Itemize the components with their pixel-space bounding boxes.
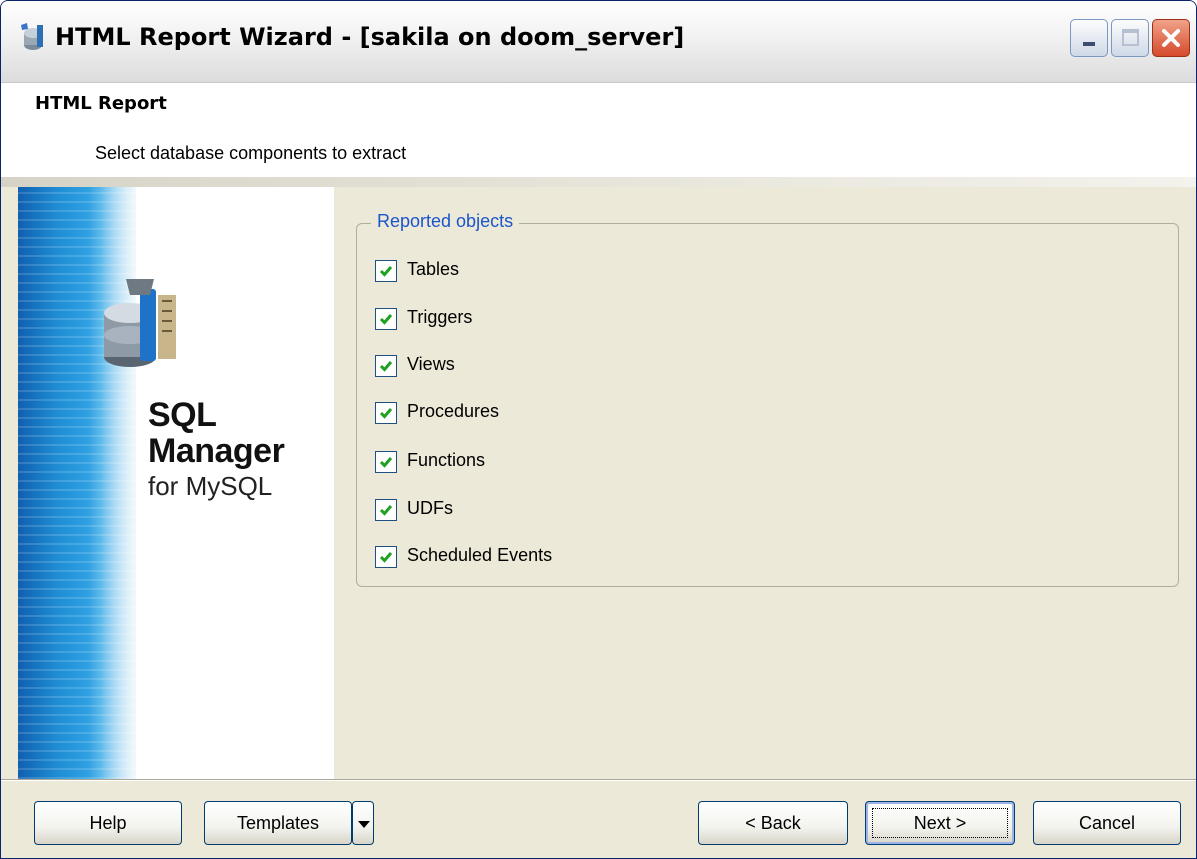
help-button[interactable]: Help: [34, 801, 182, 845]
checkbox-label: Scheduled Events: [407, 545, 553, 565]
checkbox-label: Triggers: [407, 307, 473, 327]
next-button[interactable]: Next >: [865, 801, 1015, 845]
back-button[interactable]: < Back: [698, 801, 848, 845]
brand-line-manager: Manager: [148, 432, 285, 470]
check-icon[interactable]: [375, 546, 397, 568]
check-icon[interactable]: [375, 499, 397, 521]
close-button[interactable]: [1152, 19, 1190, 57]
maximize-button[interactable]: [1111, 19, 1149, 57]
brand-line-sql: SQL: [148, 396, 217, 434]
minimize-button[interactable]: [1070, 19, 1108, 57]
close-icon: [1162, 29, 1180, 47]
sql-manager-logo-icon: [104, 279, 176, 367]
page-title: HTML Report: [35, 93, 167, 114]
maximize-icon: [1122, 29, 1139, 46]
page-subtitle: Select database components to extract: [95, 143, 407, 163]
app-icon: [21, 23, 43, 50]
checkbox-label: UDFs: [407, 498, 453, 518]
check-icon[interactable]: [375, 402, 397, 424]
checkbox-label: Views: [407, 354, 455, 374]
wizard-window: HTML Report Wizard - [sakila on doom_ser…: [0, 0, 1197, 859]
brand-line-platform: for MySQL: [148, 471, 273, 501]
check-icon[interactable]: [375, 308, 397, 330]
templates-button-label: Templates: [236, 813, 320, 833]
check-icon[interactable]: [375, 260, 397, 282]
title-bar[interactable]: HTML Report Wizard - [sakila on doom_ser…: [1, 1, 1196, 83]
back-button-label: < Back: [745, 813, 801, 833]
templates-dropdown-button[interactable]: [352, 801, 374, 845]
minimize-icon: [1083, 42, 1095, 46]
cancel-button[interactable]: Cancel: [1033, 801, 1181, 845]
footer-divider: [1, 779, 1196, 781]
header-divider: [1, 177, 1196, 187]
checkbox-label: Tables: [407, 259, 460, 279]
checkbox-label: Procedures: [407, 401, 500, 421]
product-name: SQL Manager for MySQL: [148, 396, 285, 503]
cancel-button-label: Cancel: [1078, 813, 1136, 833]
header-panel: HTML Report Select database components t…: [1, 83, 1196, 179]
check-icon[interactable]: [375, 451, 397, 473]
check-icon[interactable]: [375, 355, 397, 377]
group-legend: Reported objects: [371, 211, 520, 232]
chevron-down-icon: [358, 821, 370, 828]
product-banner: SQL Manager for MySQL: [18, 187, 334, 779]
window-title: HTML Report Wizard - [sakila on doom_ser…: [55, 23, 685, 51]
checkbox-label: Functions: [407, 450, 486, 470]
help-button-label: Help: [89, 813, 127, 833]
templates-button[interactable]: Templates: [204, 801, 352, 845]
next-button-label: Next >: [913, 813, 967, 833]
